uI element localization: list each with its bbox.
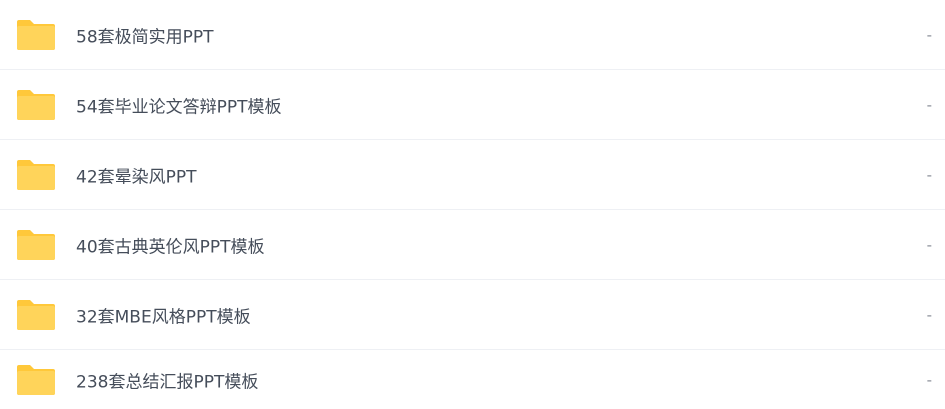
list-item[interactable]: 58套极简实用PPT -	[0, 0, 945, 70]
list-item[interactable]: 40套古典英伦风PPT模板 -	[0, 210, 945, 280]
file-size: -	[926, 305, 932, 324]
list-item[interactable]: 54套毕业论文答辩PPT模板 -	[0, 70, 945, 140]
folder-icon	[15, 299, 57, 331]
list-item[interactable]: 42套晕染风PPT -	[0, 140, 945, 210]
folder-icon	[15, 159, 57, 191]
file-name[interactable]: 32套MBE风格PPT模板	[76, 302, 251, 327]
file-size: -	[926, 165, 932, 184]
file-name[interactable]: 54套毕业论文答辩PPT模板	[76, 92, 282, 117]
file-name[interactable]: 40套古典英伦风PPT模板	[76, 232, 265, 257]
file-size: -	[926, 95, 932, 114]
file-list: 58套极简实用PPT - 54套毕业论文答辩PPT模板 - 42套晕染风PPT …	[0, 0, 945, 409]
file-name[interactable]: 42套晕染风PPT	[76, 162, 197, 187]
folder-icon	[15, 364, 57, 396]
file-size: -	[926, 25, 932, 44]
file-name[interactable]: 238套总结汇报PPT模板	[76, 367, 258, 392]
list-item[interactable]: 32套MBE风格PPT模板 -	[0, 280, 945, 350]
folder-icon	[15, 19, 57, 51]
file-size: -	[926, 235, 932, 254]
folder-icon	[15, 229, 57, 261]
folder-icon	[15, 89, 57, 121]
file-name[interactable]: 58套极简实用PPT	[76, 22, 214, 47]
list-item[interactable]: 238套总结汇报PPT模板 -	[0, 350, 945, 409]
file-size: -	[926, 370, 932, 389]
